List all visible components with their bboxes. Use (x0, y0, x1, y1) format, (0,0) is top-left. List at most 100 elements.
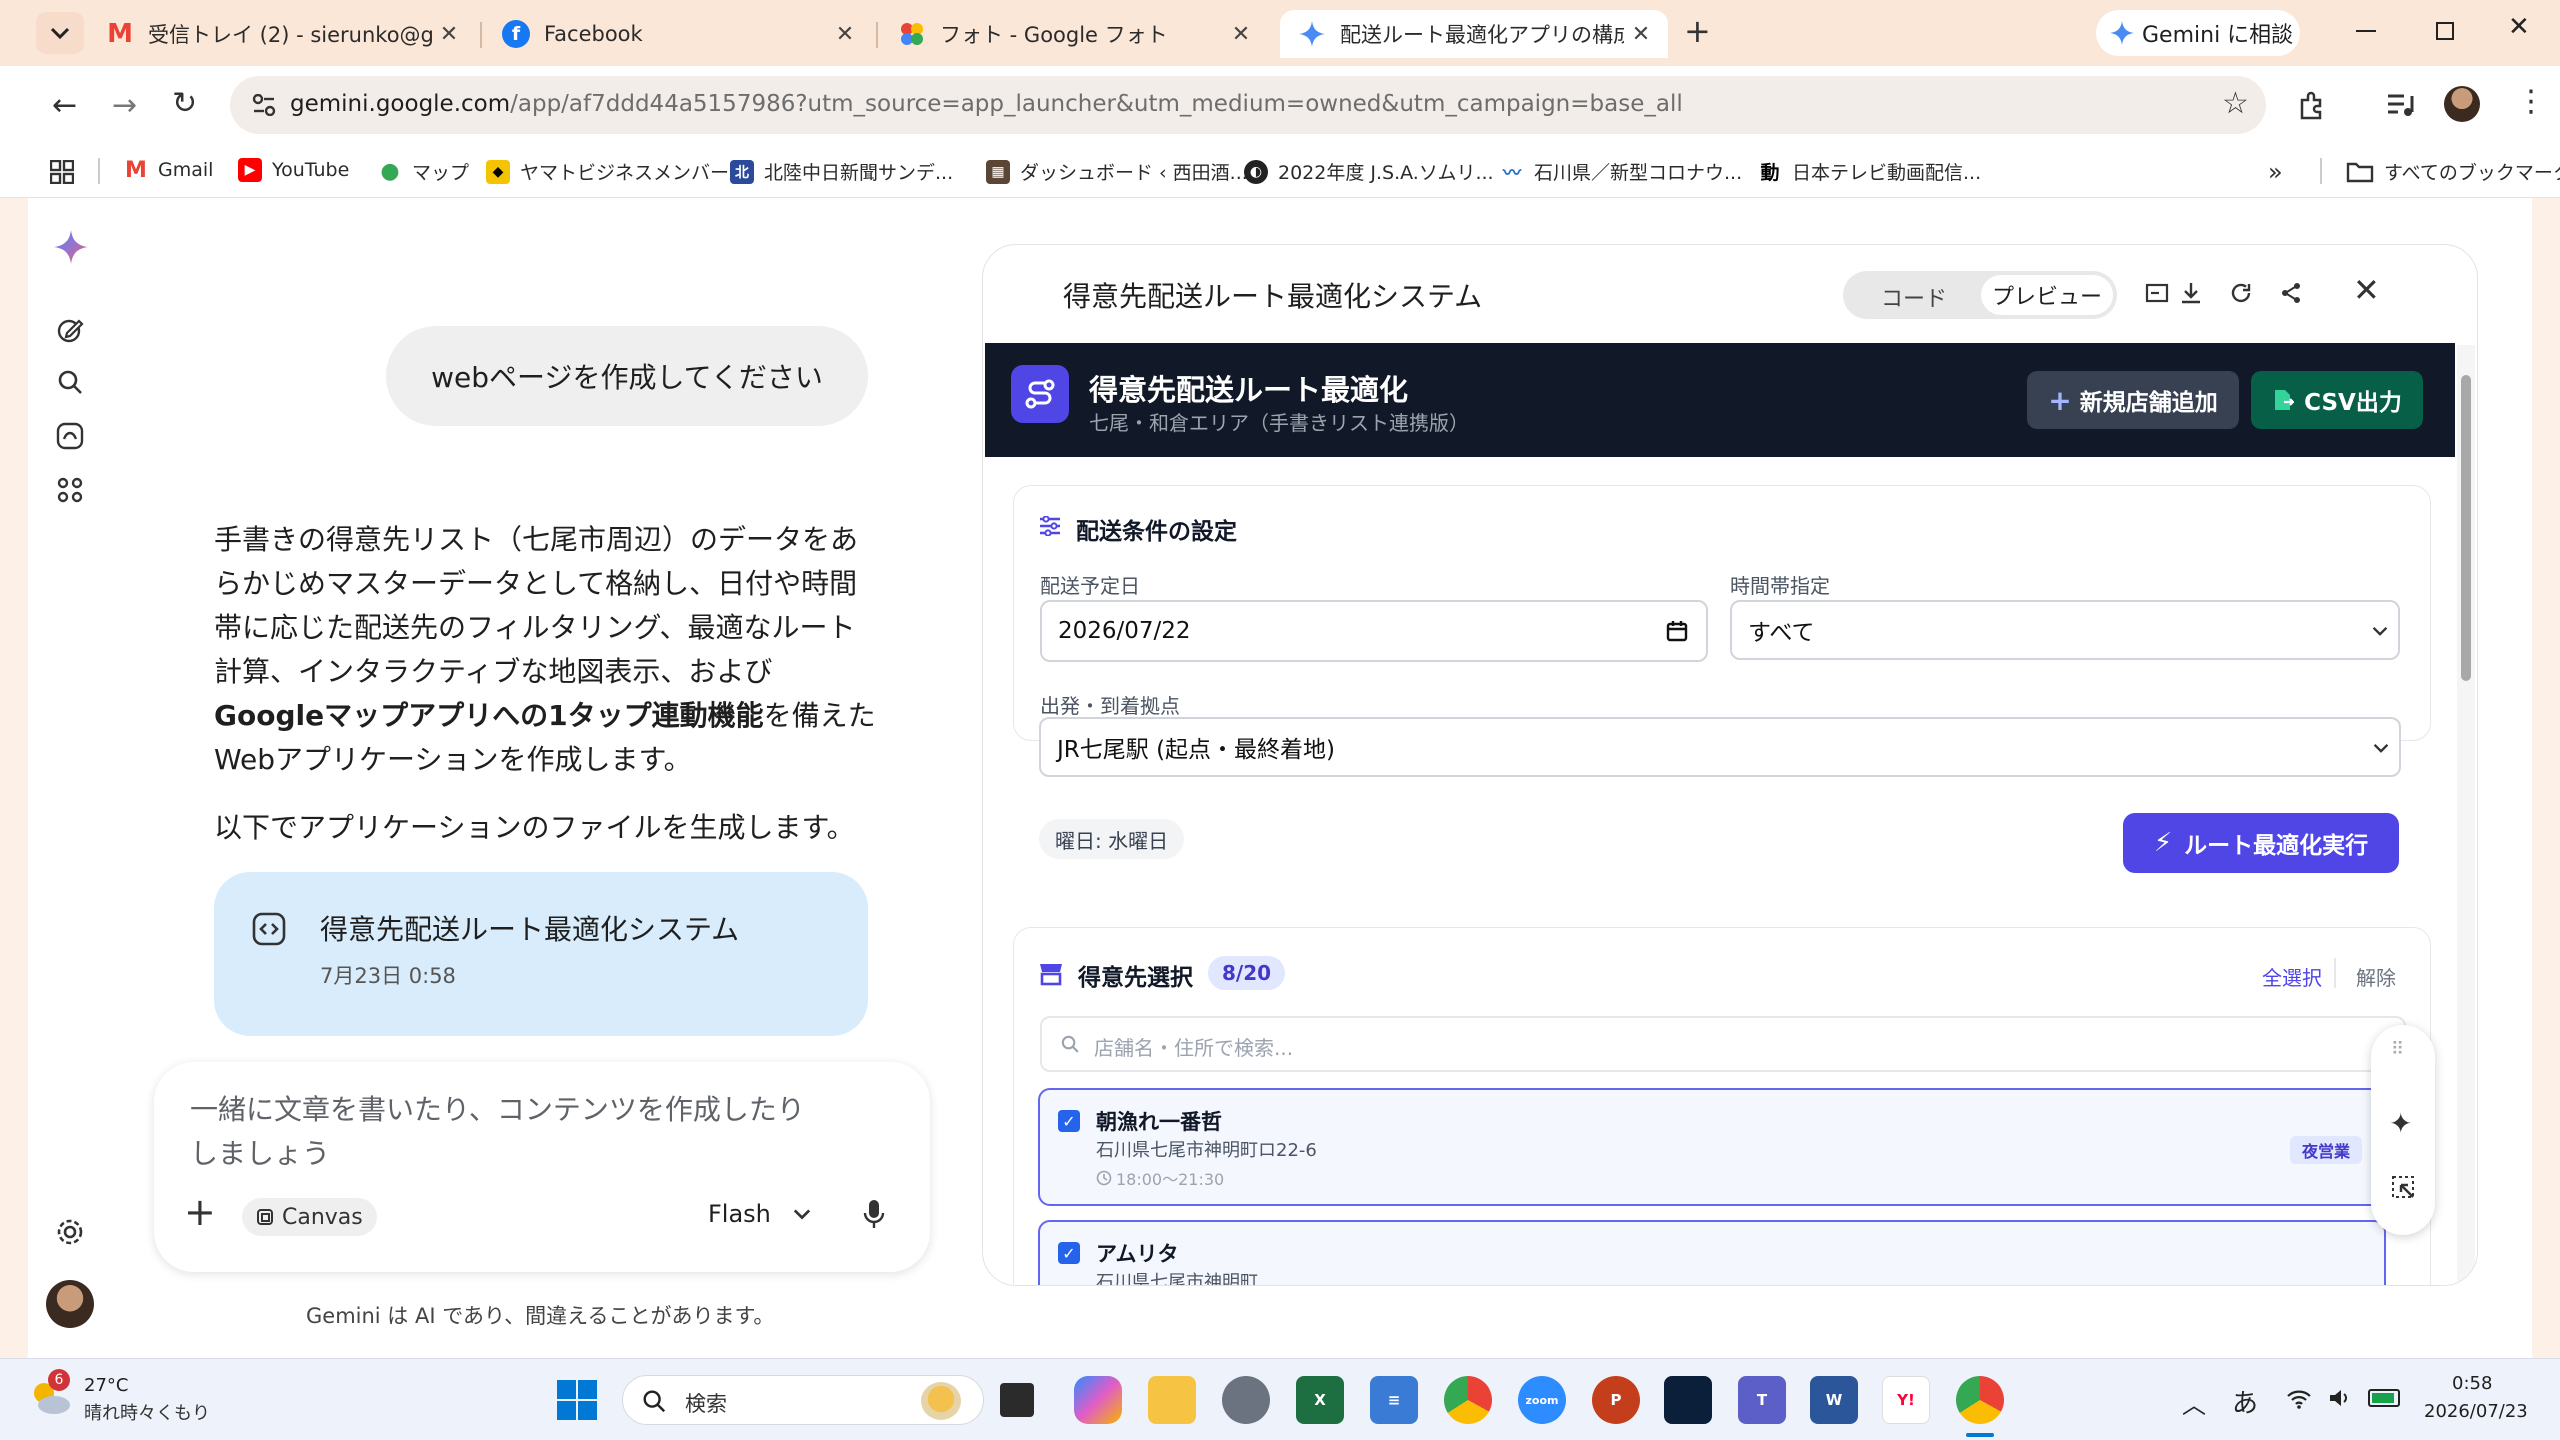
file-explorer-icon[interactable] (1148, 1376, 1196, 1424)
battery-icon[interactable] (2368, 1389, 2400, 1407)
preview-scrollbar-thumb[interactable] (2461, 375, 2471, 681)
apps-icon[interactable] (56, 476, 84, 504)
client-checkbox[interactable]: ✓ (1058, 1242, 1080, 1264)
tab-code[interactable]: コード (1881, 281, 1947, 313)
drag-handle-icon[interactable]: ⠿ (2391, 1039, 2406, 1060)
add-attachment-button[interactable]: + (184, 1190, 216, 1234)
reload-button[interactable]: ↻ (172, 86, 197, 121)
close-canvas-button[interactable]: ✕ (2353, 271, 2380, 309)
client-search-input[interactable]: 店舗名・住所で検索... (1040, 1016, 2406, 1072)
calendar-icon[interactable] (1666, 620, 1688, 642)
newspaper-icon: 北 (730, 159, 754, 184)
volume-icon[interactable] (2328, 1387, 2352, 1409)
back-button[interactable]: ← (52, 88, 77, 123)
more-bookmarks-button[interactable]: » (2268, 158, 2283, 186)
url-text[interactable]: gemini.google.com/app/af7ddd44a5157986?u… (290, 91, 1683, 117)
optimize-route-button[interactable]: ⚡ ルート最適化実行 (2123, 813, 2399, 873)
base-select[interactable]: JR七尾駅 (起点・最終着地) (1039, 717, 2401, 777)
minimize-button[interactable] (2356, 30, 2376, 32)
add-store-button[interactable]: + 新規店舗追加 (2027, 371, 2239, 429)
site-settings-icon[interactable] (252, 94, 276, 116)
media-controls-icon[interactable] (2386, 92, 2414, 118)
tab-gemini[interactable]: 配送ルート最適化アプリの構成案 - ✕ (1280, 10, 1668, 58)
new-tab-button[interactable]: + (1684, 12, 1711, 50)
zoom-icon[interactable]: zoom (1518, 1376, 1566, 1424)
browser-menu-icon[interactable]: ⋮ (2516, 84, 2546, 119)
time-select[interactable]: すべて (1730, 600, 2400, 660)
wifi-icon[interactable] (2286, 1389, 2312, 1409)
client-item[interactable]: ✓ 朝漁れ一番哲 石川県七尾市神明町ロ22-6 18:00〜21:30 夜営業 (1038, 1088, 2386, 1206)
prompt-placeholder[interactable]: 一緒に文章を書いたり、コンテンツを作成したり しましょう (190, 1088, 805, 1176)
apps-grid-icon[interactable] (50, 160, 74, 184)
share-icon[interactable] (2279, 281, 2303, 305)
csv-export-button[interactable]: CSV出力 (2251, 371, 2423, 429)
tray-overflow-icon[interactable]: ︿ (2182, 1385, 2206, 1420)
bookmark-ntv[interactable]: 動日本テレビ動画配信... (1758, 158, 1981, 185)
app-icon[interactable] (1222, 1376, 1270, 1424)
task-view-icon[interactable] (1000, 1383, 1034, 1417)
bookmark-dashboard[interactable]: ▦ ダッシュボード ‹ 西田酒... (986, 158, 1248, 185)
excel-icon[interactable]: X (1296, 1376, 1344, 1424)
date-input[interactable]: 2026/07/22 (1040, 600, 1708, 662)
tab-preview[interactable]: プレビュー (1981, 275, 2113, 315)
chrome-profile-icon[interactable] (1956, 1376, 2004, 1424)
tab-facebook[interactable]: f Facebook ✕ (484, 10, 872, 58)
bookmark-star-icon[interactable]: ☆ (2222, 86, 2249, 121)
bookmark-chunichi[interactable]: 北北陸中日新聞サンデ... (730, 158, 953, 185)
close-window-button[interactable]: ✕ (2508, 12, 2530, 42)
clock-time[interactable]: 0:58 (2452, 1373, 2492, 1394)
model-selector[interactable]: Flash (708, 1200, 811, 1228)
screen-capture-icon[interactable] (1664, 1376, 1712, 1424)
microphone-icon[interactable] (862, 1198, 886, 1230)
sparkle-edit-icon[interactable]: ✦ (2389, 1107, 2412, 1140)
omnibox[interactable]: gemini.google.com/app/af7ddd44a5157986?u… (230, 76, 2266, 134)
close-icon[interactable]: ✕ (1224, 22, 1258, 47)
tab-search-button[interactable] (36, 12, 84, 54)
tab-gmail[interactable]: M 受信トレイ (2) - sierunko@gmail ✕ (88, 10, 476, 58)
select-area-icon[interactable] (2391, 1175, 2417, 1201)
bookmark-jsa[interactable]: ◐ 2022年度 J.S.A.ソムリ... (1244, 158, 1494, 185)
new-chat-icon[interactable] (56, 316, 84, 344)
notepad-icon[interactable]: ≡ (1370, 1376, 1418, 1424)
search-icon[interactable] (56, 368, 84, 396)
download-icon[interactable] (2179, 281, 2203, 305)
clock-date[interactable]: 2026/07/23 (2424, 1401, 2528, 1422)
windows-start-icon[interactable] (556, 1379, 598, 1421)
copilot-icon[interactable] (1074, 1376, 1122, 1424)
yahoo-icon[interactable]: Y! (1882, 1376, 1930, 1424)
chrome-icon[interactable] (1444, 1376, 1492, 1424)
tab-google-photos[interactable]: フォト - Google フォト ✕ (880, 10, 1268, 58)
gemini-ask-button[interactable]: Gemini に相談 (2096, 10, 2300, 56)
close-icon[interactable]: ✕ (432, 22, 466, 47)
ime-indicator[interactable]: あ (2232, 1383, 2258, 1420)
bookmark-gmail[interactable]: M Gmail (124, 158, 213, 183)
close-icon[interactable]: ✕ (828, 22, 862, 47)
word-icon[interactable]: W (1810, 1376, 1858, 1424)
extensions-icon[interactable] (2298, 90, 2328, 120)
teams-icon[interactable]: T (1738, 1376, 1786, 1424)
settings-gear-icon[interactable] (56, 1218, 84, 1246)
close-icon[interactable]: ✕ (1624, 22, 1658, 47)
bookmark-youtube[interactable]: ▶ YouTube (238, 158, 349, 182)
canvas-chip[interactable]: Canvas (242, 1198, 377, 1236)
powerpoint-icon[interactable]: P (1592, 1376, 1640, 1424)
bookmark-maps[interactable]: ● マップ (378, 158, 469, 185)
user-avatar[interactable] (46, 1280, 94, 1328)
gems-icon[interactable] (56, 422, 84, 450)
maximize-button[interactable] (2436, 22, 2454, 40)
taskbar-search[interactable]: 検索 (622, 1375, 984, 1425)
client-checkbox[interactable]: ✓ (1058, 1110, 1080, 1132)
canvas-document-card[interactable]: 得意先配送ルート最適化システム 7月23日 0:58 (214, 872, 868, 1036)
bookmark-yamato[interactable]: ◆ ヤマトビジネスメンバーズ (486, 158, 747, 185)
bookmark-ishikawa[interactable]: 〰石川県／新型コロナウ... (1500, 158, 1742, 185)
refresh-icon[interactable] (2229, 281, 2253, 305)
weather-widget[interactable]: 6 27°C 晴れ時々くもり (28, 1369, 228, 1429)
forward-button[interactable]: → (112, 88, 137, 123)
select-all-link[interactable]: 全選択 (2262, 962, 2322, 991)
present-icon[interactable] (2145, 283, 2169, 305)
all-bookmarks-folder[interactable]: すべてのブックマーク (2346, 158, 2560, 185)
profile-avatar[interactable] (2444, 86, 2480, 122)
client-item[interactable]: ✓ アムリタ 石川県七尾市神明町... (1038, 1220, 2386, 1285)
prompt-input-box[interactable]: 一緒に文章を書いたり、コンテンツを作成したり しましょう + Canvas Fl… (154, 1062, 930, 1272)
clear-selection-link[interactable]: 解除 (2356, 962, 2396, 991)
